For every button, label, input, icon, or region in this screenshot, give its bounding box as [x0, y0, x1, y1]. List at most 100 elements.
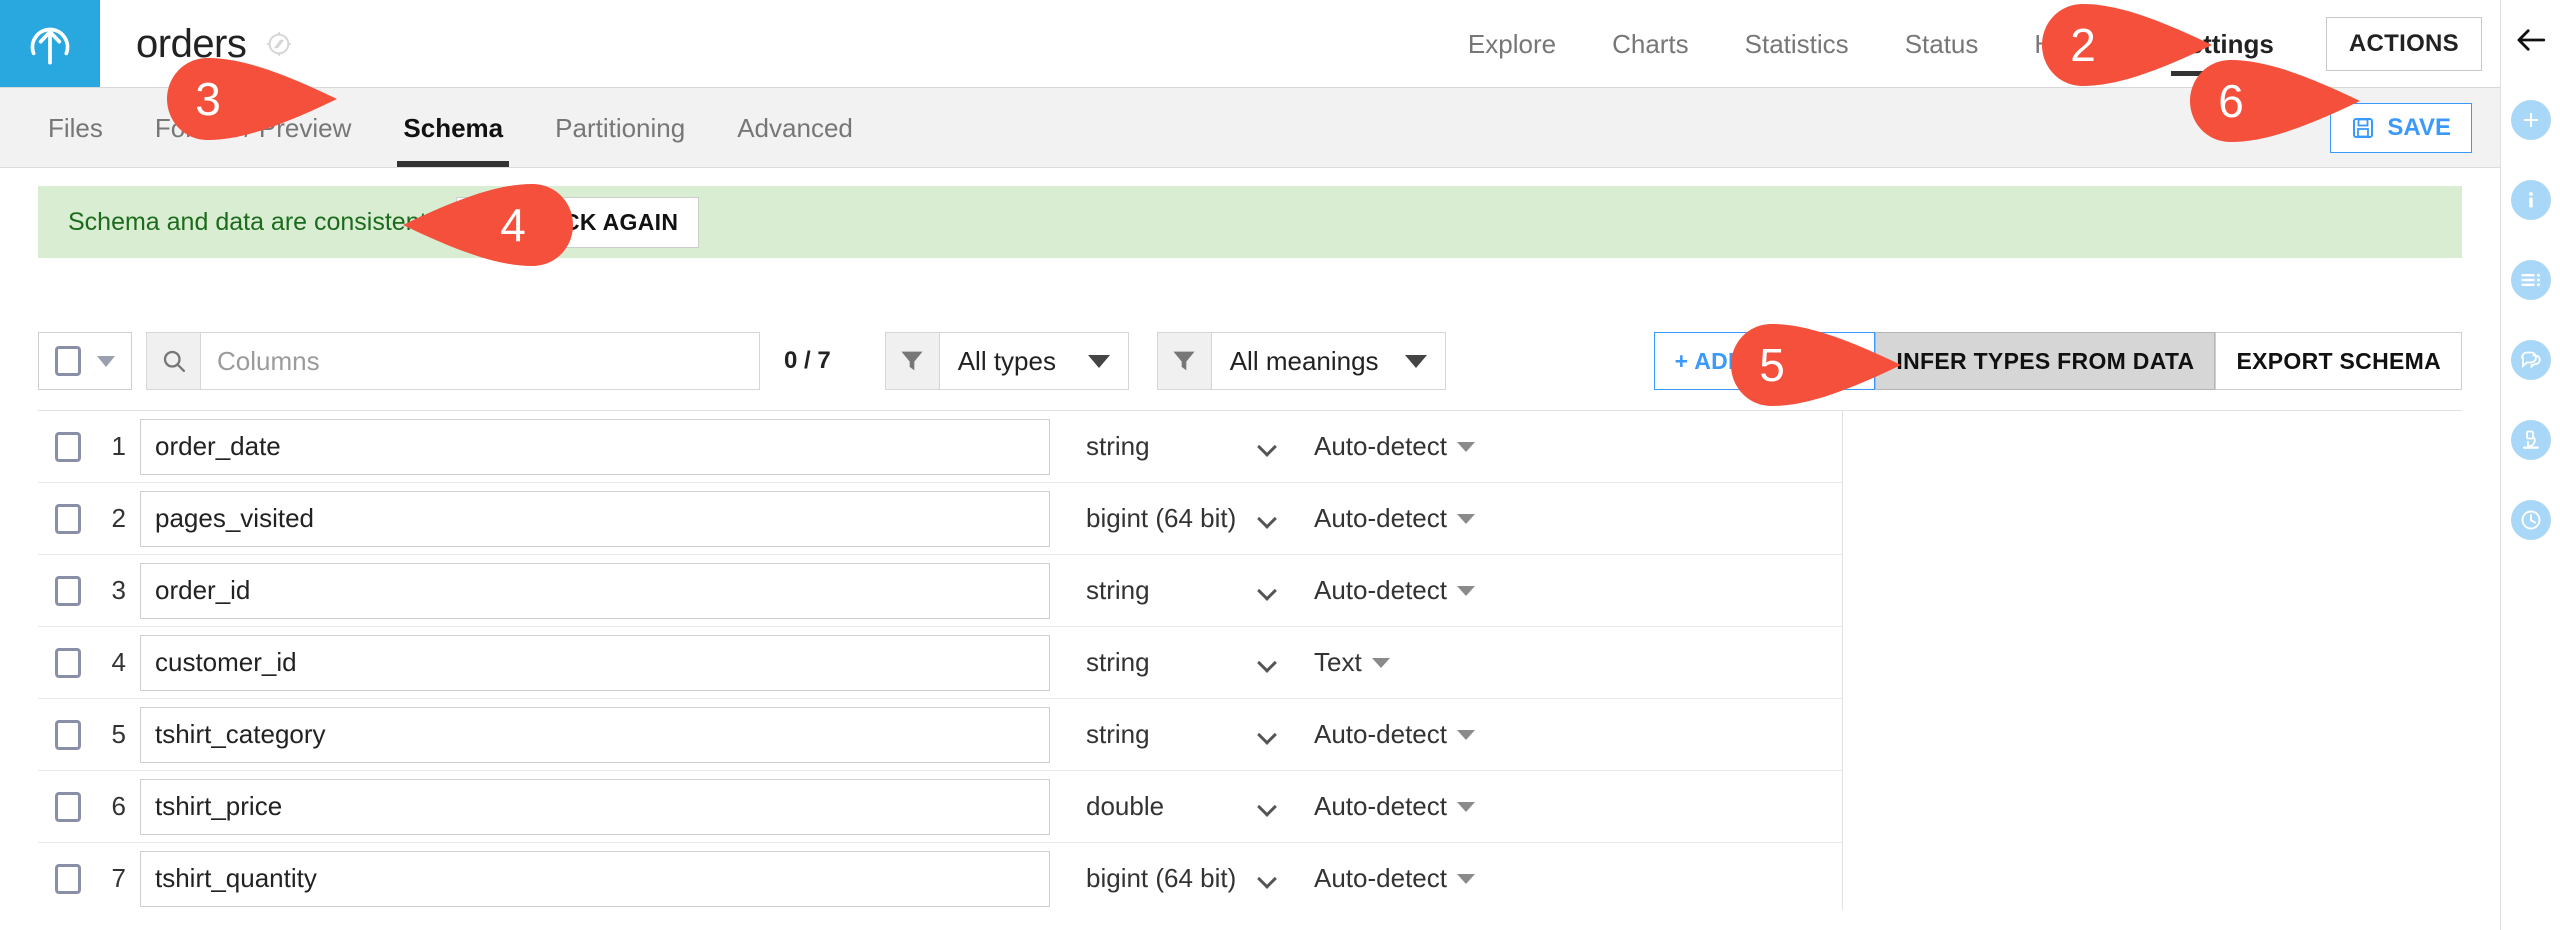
- nav-item-settings[interactable]: Settings: [2143, 0, 2302, 88]
- column-meaning-select[interactable]: Text: [1314, 647, 1390, 678]
- row-index: 3: [98, 575, 140, 606]
- add-column-button[interactable]: + ADD COLUMN: [1654, 332, 1876, 390]
- app-logo[interactable]: [0, 0, 100, 87]
- save-button[interactable]: SAVE: [2330, 103, 2472, 153]
- chevron-down-icon[interactable]: [1257, 797, 1277, 817]
- type-filter-icon-cell: [885, 332, 939, 390]
- check-again-button[interactable]: CHECK AGAIN: [456, 197, 700, 248]
- select-all-checkbox[interactable]: [39, 346, 97, 376]
- chevron-down-icon[interactable]: [1257, 581, 1277, 601]
- tab-advanced[interactable]: Advanced: [711, 89, 879, 167]
- meaning-filter-icon-cell: [1157, 332, 1211, 390]
- select-all-group[interactable]: [38, 332, 132, 390]
- search-input[interactable]: [200, 332, 760, 390]
- column-name-input[interactable]: [140, 419, 1050, 475]
- table-row[interactable]: 3 string Auto-detect: [38, 555, 1842, 627]
- save-button-label: SAVE: [2387, 114, 2451, 142]
- column-meaning-select[interactable]: Auto-detect: [1314, 791, 1475, 822]
- row-checkbox[interactable]: [38, 576, 98, 606]
- checkbox-icon: [55, 792, 81, 822]
- tab-format-preview[interactable]: Format / Preview: [129, 89, 378, 167]
- nav-item-statistics[interactable]: Statistics: [1717, 0, 1877, 88]
- tab-partitioning[interactable]: Partitioning: [529, 89, 711, 167]
- row-index: 7: [98, 863, 140, 894]
- nav-item-charts[interactable]: Charts: [1584, 0, 1717, 88]
- dataiku-dataset-settings-screen: orders Explore Charts Statistics Status …: [0, 0, 2560, 930]
- rail-item-details[interactable]: [2501, 240, 2560, 320]
- column-name-input[interactable]: [140, 779, 1050, 835]
- nav-item-status[interactable]: Status: [1877, 0, 2007, 88]
- row-checkbox[interactable]: [38, 792, 98, 822]
- row-index: 1: [98, 431, 140, 462]
- column-meaning-value: Auto-detect: [1314, 575, 1447, 606]
- table-row[interactable]: 2 bigint (64 bit) Auto-detect: [38, 483, 1842, 555]
- column-meaning-select[interactable]: Auto-detect: [1314, 503, 1475, 534]
- chevron-down-icon[interactable]: [1257, 869, 1277, 889]
- row-index: 5: [98, 719, 140, 750]
- meaning-filter-value: All meanings: [1230, 346, 1379, 377]
- column-meaning-select[interactable]: Auto-detect: [1314, 431, 1475, 462]
- column-name-input[interactable]: [140, 851, 1050, 907]
- nav-item-explore[interactable]: Explore: [1440, 0, 1584, 88]
- history-clock-icon: [2511, 500, 2551, 540]
- filter-funnel-icon: [1170, 347, 1198, 375]
- chevron-down-icon[interactable]: [1257, 653, 1277, 673]
- caret-down-icon: [1457, 802, 1475, 812]
- checkbox-icon: [55, 576, 81, 606]
- nav-item-history[interactable]: History: [2006, 0, 2143, 88]
- row-checkbox[interactable]: [38, 864, 98, 894]
- column-type-value[interactable]: string: [1086, 719, 1254, 750]
- column-type-value[interactable]: double: [1086, 791, 1254, 822]
- schema-action-buttons: + ADD COLUMN INFER TYPES FROM DATA EXPOR…: [1654, 332, 2462, 390]
- column-name-input[interactable]: [140, 635, 1050, 691]
- export-schema-button[interactable]: EXPORT SCHEMA: [2215, 332, 2462, 390]
- chevron-down-icon[interactable]: [1257, 725, 1277, 745]
- lab-microscope-icon: [2511, 420, 2551, 460]
- row-index: 2: [98, 503, 140, 534]
- row-checkbox[interactable]: [38, 648, 98, 678]
- table-row[interactable]: 4 string Text: [38, 627, 1842, 699]
- rail-item-history[interactable]: [2501, 480, 2560, 560]
- column-meaning-select[interactable]: Auto-detect: [1314, 719, 1475, 750]
- rail-item-back[interactable]: [2501, 0, 2560, 80]
- search-icon-cell: [146, 332, 200, 390]
- rail-item-info[interactable]: [2501, 160, 2560, 240]
- type-filter-select[interactable]: All types: [939, 332, 1129, 390]
- actions-button[interactable]: ACTIONS: [2326, 17, 2482, 71]
- column-meaning-select[interactable]: Auto-detect: [1314, 863, 1475, 894]
- caret-down-icon[interactable]: [97, 356, 115, 367]
- row-checkbox[interactable]: [38, 432, 98, 462]
- table-row[interactable]: 5 string Auto-detect: [38, 699, 1842, 771]
- rail-item-discussions[interactable]: [2501, 320, 2560, 400]
- column-name-input[interactable]: [140, 707, 1050, 763]
- schema-side-panel: [1843, 411, 2462, 910]
- checkbox-icon: [55, 504, 81, 534]
- column-type-value[interactable]: string: [1086, 575, 1254, 606]
- column-meaning-select[interactable]: Auto-detect: [1314, 575, 1475, 606]
- column-type-value[interactable]: string: [1086, 647, 1254, 678]
- table-row[interactable]: 1 string Auto-detect: [38, 411, 1842, 483]
- column-type-value[interactable]: string: [1086, 431, 1254, 462]
- row-checkbox[interactable]: [38, 720, 98, 750]
- chevron-down-icon[interactable]: [1257, 437, 1277, 457]
- checkbox-icon: [55, 864, 81, 894]
- chevron-down-icon[interactable]: [1257, 509, 1277, 529]
- discussions-chat-icon: [2511, 340, 2551, 380]
- row-checkbox[interactable]: [38, 504, 98, 534]
- table-row[interactable]: 6 double Auto-detect: [38, 771, 1842, 843]
- schema-toolbar: 0 / 7 All types All meanings: [38, 330, 2462, 392]
- rail-item-lab[interactable]: [2501, 400, 2560, 480]
- rail-item-add[interactable]: [2501, 80, 2560, 160]
- column-name-input[interactable]: [140, 491, 1050, 547]
- table-row[interactable]: 7 bigint (64 bit) Auto-detect: [38, 843, 1842, 910]
- right-rail: [2500, 0, 2560, 930]
- column-type-value[interactable]: bigint (64 bit): [1086, 503, 1254, 534]
- caret-down-icon: [1405, 355, 1427, 368]
- column-name-input[interactable]: [140, 563, 1050, 619]
- infer-types-button[interactable]: INFER TYPES FROM DATA: [1875, 332, 2215, 390]
- tab-schema[interactable]: Schema: [377, 89, 529, 167]
- tab-files[interactable]: Files: [22, 89, 129, 167]
- column-type-value[interactable]: bigint (64 bit): [1086, 863, 1254, 894]
- caret-down-icon: [1372, 658, 1390, 668]
- meaning-filter-select[interactable]: All meanings: [1211, 332, 1446, 390]
